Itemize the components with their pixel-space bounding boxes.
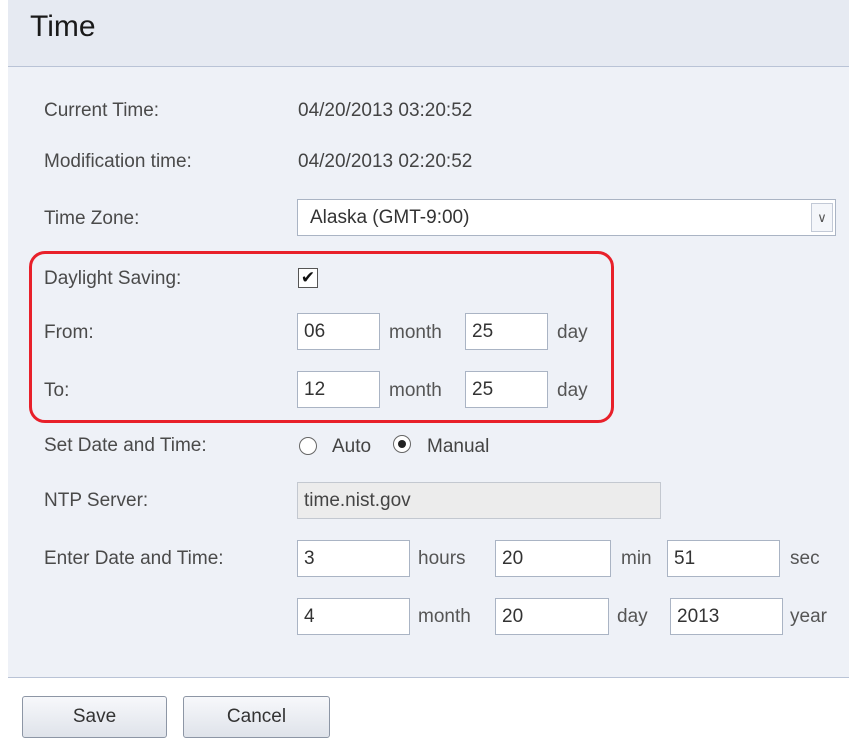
to-label: To:	[44, 380, 70, 401]
from-day-input[interactable]: 25	[465, 313, 548, 350]
from-label: From:	[44, 322, 94, 343]
to-day-input[interactable]: 25	[465, 371, 548, 408]
manual-radio-label[interactable]: Manual	[427, 436, 489, 458]
to-month-input[interactable]: 12	[297, 371, 380, 408]
from-month-unit: month	[389, 322, 442, 343]
page-title: Time	[30, 10, 96, 43]
to-day-unit: day	[557, 380, 588, 401]
time-zone-selected-value: Alaska (GMT-9:00)	[310, 207, 470, 228]
cancel-button[interactable]: Cancel	[183, 696, 330, 738]
ntp-server-label: NTP Server:	[44, 490, 149, 511]
seconds-unit: sec	[790, 548, 820, 569]
time-zone-label: Time Zone:	[44, 208, 140, 229]
year-input[interactable]: 2013	[670, 598, 783, 635]
hours-input[interactable]: 3	[297, 540, 410, 577]
enter-date-time-label: Enter Date and Time:	[44, 548, 224, 569]
daylight-saving-checkbox[interactable]: ✔	[298, 268, 318, 288]
chevron-down-icon[interactable]: ∨	[811, 203, 833, 232]
month-input[interactable]: 4	[297, 598, 410, 635]
manual-radio[interactable]	[393, 435, 411, 453]
minutes-unit: min	[621, 548, 652, 569]
from-day-unit: day	[557, 322, 588, 343]
day-unit: day	[617, 606, 648, 627]
checkmark-icon: ✔	[300, 268, 316, 287]
hours-unit: hours	[418, 548, 466, 569]
day-input[interactable]: 20	[495, 598, 609, 635]
year-unit: year	[790, 606, 827, 627]
modification-time-value: 04/20/2013 02:20:52	[298, 151, 473, 172]
auto-radio-label[interactable]: Auto	[332, 436, 371, 458]
current-time-value: 04/20/2013 03:20:52	[298, 100, 473, 121]
time-settings-page: Time Current Time: 04/20/2013 03:20:52 M…	[0, 0, 849, 747]
month-unit: month	[418, 606, 471, 627]
modification-time-label: Modification time:	[44, 151, 192, 172]
radio-selected-dot	[398, 440, 406, 448]
current-time-label: Current Time:	[44, 100, 160, 121]
from-month-input[interactable]: 06	[297, 313, 380, 350]
daylight-saving-label: Daylight Saving:	[44, 268, 182, 289]
set-date-time-label: Set Date and Time:	[44, 435, 207, 456]
ntp-server-input[interactable]: time.nist.gov	[297, 482, 661, 519]
to-month-unit: month	[389, 380, 442, 401]
save-button[interactable]: Save	[22, 696, 167, 738]
title-bar: Time	[8, 0, 849, 66]
auto-radio[interactable]	[299, 437, 317, 455]
seconds-input[interactable]: 51	[667, 540, 780, 577]
minutes-input[interactable]: 20	[495, 540, 611, 577]
time-zone-select[interactable]: Alaska (GMT-9:00) ∨	[297, 199, 836, 236]
